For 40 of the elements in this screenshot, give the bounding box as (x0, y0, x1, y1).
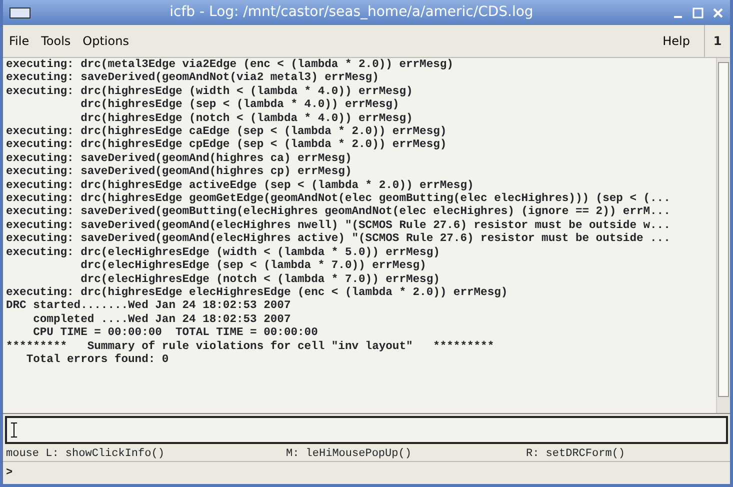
help-menu[interactable]: Help (656, 32, 696, 50)
scrollbar[interactable] (716, 58, 730, 413)
log-line: executing: drc(highresEdge geomGetEdge(geomAndNot(elec geomButting(elec elecHighres))) (sep < (... (6, 193, 670, 206)
log-line: executing: saveDerived(geomAnd(elecHighres active) "(SCMOS Rule 27.6) resistor must be outside ... (6, 233, 670, 246)
maximize-icon[interactable] (692, 6, 704, 18)
log-line: executing: drc(highresEdge cpEdge (sep < (lambda * 2.0)) errMesg) (6, 139, 447, 152)
log-line: drc(elecHighresEdge (sep < (lambda * 7.0)) errMesg) (80, 260, 426, 274)
window-icon[interactable] (9, 6, 31, 18)
mouse-binding-text: R: setDRCForm() (526, 447, 626, 459)
command-input-field[interactable] (5, 416, 728, 444)
window-number: 1 (704, 25, 730, 57)
log-line: executing: drc(highresEdge activeEdge (sep < (lambda * 2.0)) errMesg) (6, 180, 474, 192)
log-line: executing: saveDerived(geomButting(elecHighres geomAndNot(elec elecHighres) (ignore == 2)) errM... (6, 206, 670, 220)
menu-item[interactable]: Options (76, 32, 135, 50)
scrollbar-thumb[interactable] (718, 62, 729, 397)
log-line: DRC started.......Wed Jan 24 18:02:53 2007 (6, 300, 291, 314)
log-line: drc(elecHighresEdge (notch < (lambda * 7.0)) errMesg) (80, 274, 440, 286)
log-line: executing: saveDerived(geomAnd(highres ca) errMesg) (6, 152, 352, 166)
log-line: executing: saveDerived(geomAnd(highres cp) errMesg) (6, 166, 352, 180)
log-line: Total errors found: 0 (25, 354, 169, 368)
log-line: drc(highresEdge (notch < (lambda * 4.0)) errMesg) (80, 112, 413, 126)
command-prompt: > (6, 467, 13, 479)
text-cursor-icon (11, 422, 17, 438)
close-icon[interactable] (712, 6, 724, 18)
log-line: completed ....Wed Jan 24 18:02:53 2007 (32, 314, 291, 328)
mouse-binding-text: M: leHiMousePopUp() (286, 447, 412, 459)
window-title: icfb - Log: /mnt/castor/seas_home/a/americ/CDS.log (168, 3, 534, 22)
log-line: executing: drc(elecHighresEdge (width < (lambda * 5.0)) errMesg) (6, 246, 440, 260)
log-line: executing: drc(highresEdge elecHighresEdge (enc < (lambda * 2.0)) errMesg) (6, 286, 508, 300)
log-line: executing: saveDerived(geomAndNot(via2 metal3) errMesg) (6, 72, 379, 86)
log-line: executing: saveDerived(geomAnd(elecHighres nwell) "(SCMOS Rule 27.6) resistor must be outside w... (6, 220, 670, 232)
log-line: executing: drc(highresEdge caEdge (sep < (lambda * 2.0)) errMesg) (6, 126, 447, 138)
log-line: ********* Summary of rule violations for cell "inv layout" ********* (6, 340, 494, 354)
log-line: executing: drc(highresEdge (width < (lambda * 4.0)) errMesg) (6, 86, 413, 98)
log-line: drc(highresEdge (sep < (lambda * 4.0)) errMesg) (80, 99, 400, 112)
menu-item[interactable]: Tools (35, 32, 77, 50)
log-line: executing: drc(metal3Edge via2Edge (enc < (lambda * 2.0)) errMesg) (6, 59, 454, 72)
log-line: CPU TIME = 00:00:00 TOTAL TIME = 00:00:00 (32, 327, 318, 340)
mouse-binding-text: mouse L: showClickInfo() (6, 447, 166, 459)
menu-item[interactable]: File (3, 32, 36, 50)
